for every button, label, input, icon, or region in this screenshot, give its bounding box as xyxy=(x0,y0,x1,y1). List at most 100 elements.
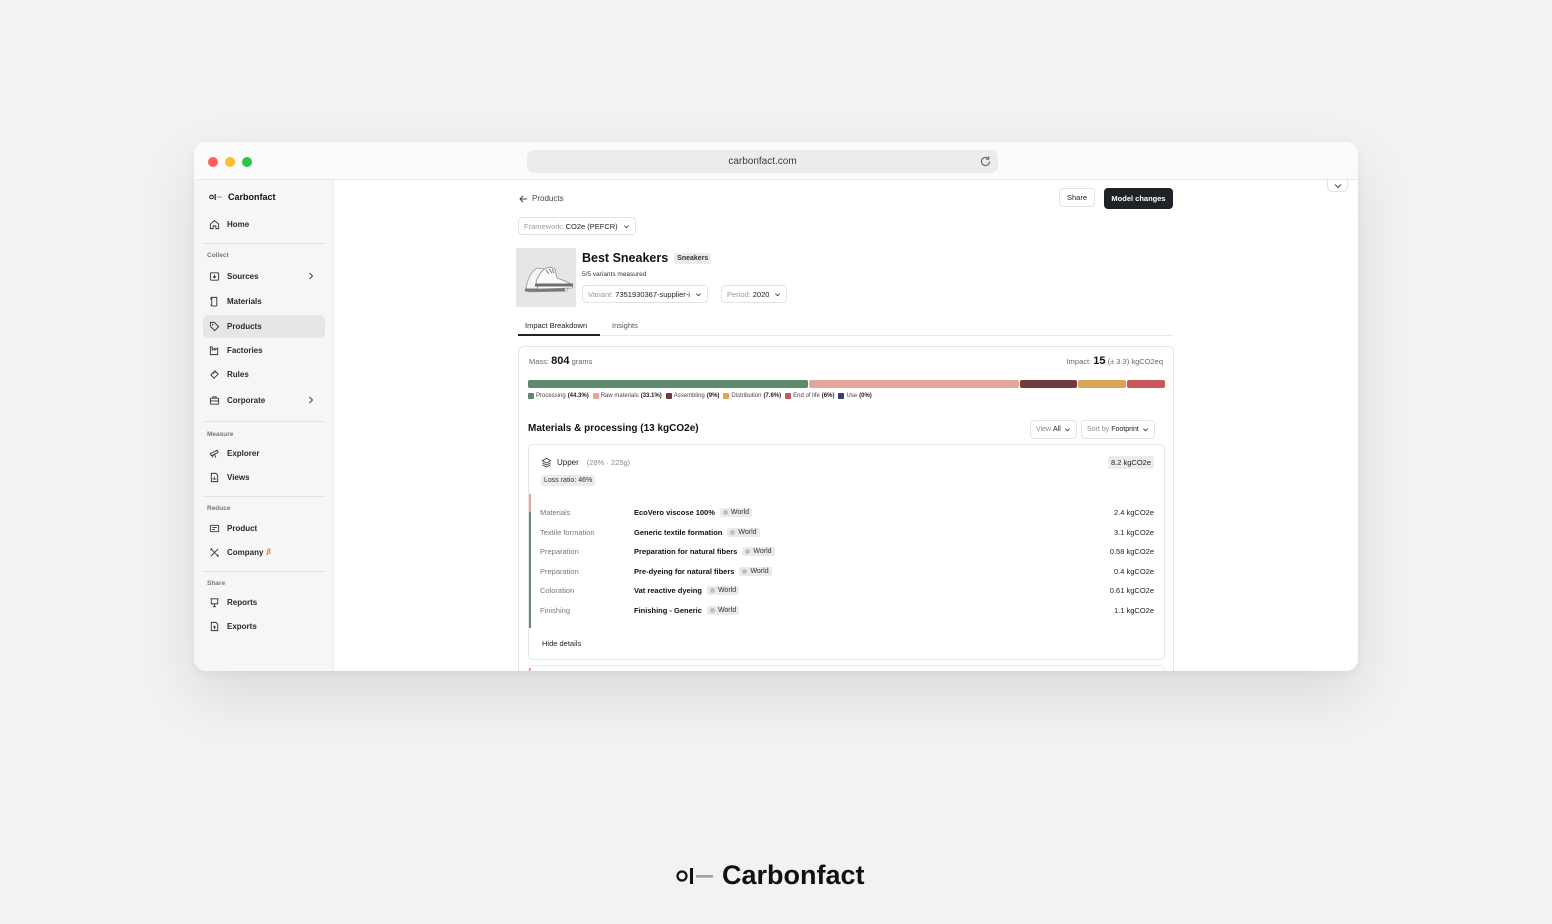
hide-details-button[interactable]: Hide details xyxy=(542,639,581,648)
raw-materials-indicator xyxy=(529,494,531,512)
share-button[interactable]: Share xyxy=(1059,188,1095,207)
component-name: Upper xyxy=(557,458,579,467)
sidebar-item-label: Reports xyxy=(227,598,258,607)
home-icon xyxy=(209,220,220,230)
sidebar-item-label: Products xyxy=(227,322,262,331)
detail-material-name: Pre-dyeing for natural fibers xyxy=(634,566,735,576)
detail-row[interactable]: Preparation Preparation for natural fibe… xyxy=(540,543,1154,559)
sort-label: Sort by xyxy=(1087,426,1110,433)
detail-row[interactable]: Preparation Pre-dyeing for natural fiber… xyxy=(540,563,1154,579)
document-chart-icon xyxy=(210,472,219,483)
detail-row[interactable]: Coloration Vat reactive dyeing World 0.61… xyxy=(540,582,1154,598)
framework-select[interactable]: Framework: CO2e (PEFCR) xyxy=(518,217,636,235)
impact-bar-segment[interactable] xyxy=(1019,380,1077,388)
variant-select[interactable]: Variant: 7351930367-supplier-i xyxy=(582,285,708,303)
legend-swatch xyxy=(785,393,792,399)
sidebar-item-label: Factories xyxy=(227,346,263,355)
sidebar-item-home[interactable]: Home xyxy=(203,213,325,236)
region-name: World xyxy=(750,567,769,575)
chevron-down-icon xyxy=(775,292,781,296)
impact-bar-segment[interactable] xyxy=(1077,380,1127,388)
sidebar-item-exports[interactable]: Exports xyxy=(203,615,325,638)
sidebar-item-product[interactable]: Product xyxy=(203,517,325,540)
chevron-down-icon xyxy=(1334,183,1341,188)
sidebar-item-products[interactable]: Products xyxy=(203,315,325,338)
footer-brand-name: Carbonfact xyxy=(722,860,865,890)
impact-bar-segment[interactable] xyxy=(809,380,1019,388)
product-name: Best Sneakers xyxy=(582,251,669,265)
model-changes-button[interactable]: Model changes xyxy=(1104,188,1173,209)
detail-stage: Preparation xyxy=(540,546,579,556)
loss-ratio-badge: Loss ratio: 46% xyxy=(541,475,596,486)
window-controls xyxy=(208,157,252,167)
region-badge: World xyxy=(742,546,775,556)
sidebar-brand[interactable]: Carbonfact xyxy=(209,192,276,202)
component-card: Upper (28% · 225g) 8.2 kgCO2e Loss ratio… xyxy=(528,444,1165,660)
impact-bar-segment[interactable] xyxy=(528,380,809,388)
reload-icon[interactable] xyxy=(979,155,992,168)
maximize-window-button[interactable] xyxy=(242,157,252,167)
view-select[interactable]: View All xyxy=(1030,420,1077,439)
arrow-left-icon xyxy=(519,195,527,202)
component-meta: (28% · 225g) xyxy=(586,458,631,467)
sidebar-item-label: Corporate xyxy=(227,396,266,405)
sidebar-item-materials[interactable]: Materials xyxy=(203,290,325,313)
detail-row[interactable]: Textile formation Generic textile format… xyxy=(540,524,1154,540)
sidebar-item-label: Home xyxy=(227,220,250,229)
next-component-card[interactable] xyxy=(528,665,1165,671)
component-header[interactable]: Upper (28% · 225g) xyxy=(541,457,630,468)
impact-value: 15 xyxy=(1093,355,1106,367)
legend-percent: (33.1%) xyxy=(640,393,662,399)
tag-icon xyxy=(209,321,220,332)
address-bar[interactable]: carbonfact.com xyxy=(527,150,998,173)
tab-impact-breakdown[interactable]: Impact Breakdown xyxy=(525,321,587,330)
briefcase-icon xyxy=(209,396,220,405)
impact-breakdown-bar xyxy=(528,380,1165,388)
product-title: Best Sneakers Sneakers xyxy=(582,251,712,265)
sort-select[interactable]: Sort by Footprint xyxy=(1081,420,1155,439)
framework-label: Framework: xyxy=(524,221,564,231)
presentation-icon xyxy=(210,598,219,608)
raw-materials-indicator xyxy=(529,668,531,671)
impact-bar-segment[interactable] xyxy=(1127,380,1165,388)
brand-name: Carbonfact xyxy=(228,192,276,202)
globe-icon xyxy=(709,587,715,593)
detail-value: 1.1 kgCO2e xyxy=(1113,605,1154,615)
detail-material: Vat reactive dyeing World xyxy=(634,585,740,595)
sidebar-item-corporate[interactable]: Corporate xyxy=(203,389,325,412)
chevron-down-icon xyxy=(1142,428,1148,432)
detail-row[interactable]: Materials EcoVero viscose 100% World 2.4 … xyxy=(540,504,1154,520)
sidebar-item-explorer[interactable]: Explorer xyxy=(203,442,325,465)
legend-swatch xyxy=(528,393,534,399)
impact-card: Mass: 804 grams Impact: 15 (± 3.3) kgCO2… xyxy=(518,346,1174,671)
sidebar-item-rules[interactable]: Rules xyxy=(203,363,325,386)
region-name: World xyxy=(753,547,772,555)
period-select[interactable]: Period: 2020 xyxy=(721,285,788,303)
sidebar-divider xyxy=(203,571,325,572)
back-link[interactable]: Products xyxy=(519,194,564,203)
collapse-toggle[interactable] xyxy=(1327,180,1348,192)
legend-name: End of life xyxy=(793,393,820,399)
variants-measured: 5/5 variants measured xyxy=(582,271,647,278)
globe-icon xyxy=(722,509,728,515)
detail-row[interactable]: Finishing Finishing - Generic World 1.1 k… xyxy=(540,602,1154,618)
detail-value: 2.4 kgCO2e xyxy=(1113,507,1154,517)
sidebar-item-views[interactable]: Views xyxy=(203,466,325,489)
product-image xyxy=(516,248,576,307)
close-window-button[interactable] xyxy=(208,157,218,167)
legend-item: Assembling (9%) xyxy=(665,393,719,399)
sidebar-item-factories[interactable]: Factories xyxy=(203,339,325,362)
tab-insights[interactable]: Insights xyxy=(612,321,638,330)
sneaker-image xyxy=(516,248,576,307)
sidebar-item-reports[interactable]: Reports xyxy=(203,591,325,614)
globe-icon xyxy=(730,529,736,535)
sidebar-divider xyxy=(203,421,325,422)
minimize-window-button[interactable] xyxy=(225,157,235,167)
carbonfact-logo-icon xyxy=(209,193,223,201)
sidebar-item-sources[interactable]: Sources xyxy=(203,265,325,288)
detail-value: 0.61 kgCO2e xyxy=(1109,585,1154,595)
legend-item: Processing (44.3%) xyxy=(528,393,589,399)
detail-material: Preparation for natural fibers World xyxy=(634,546,775,556)
sidebar-item-company[interactable]: Company β xyxy=(203,541,325,564)
region-badge: World xyxy=(739,566,772,576)
